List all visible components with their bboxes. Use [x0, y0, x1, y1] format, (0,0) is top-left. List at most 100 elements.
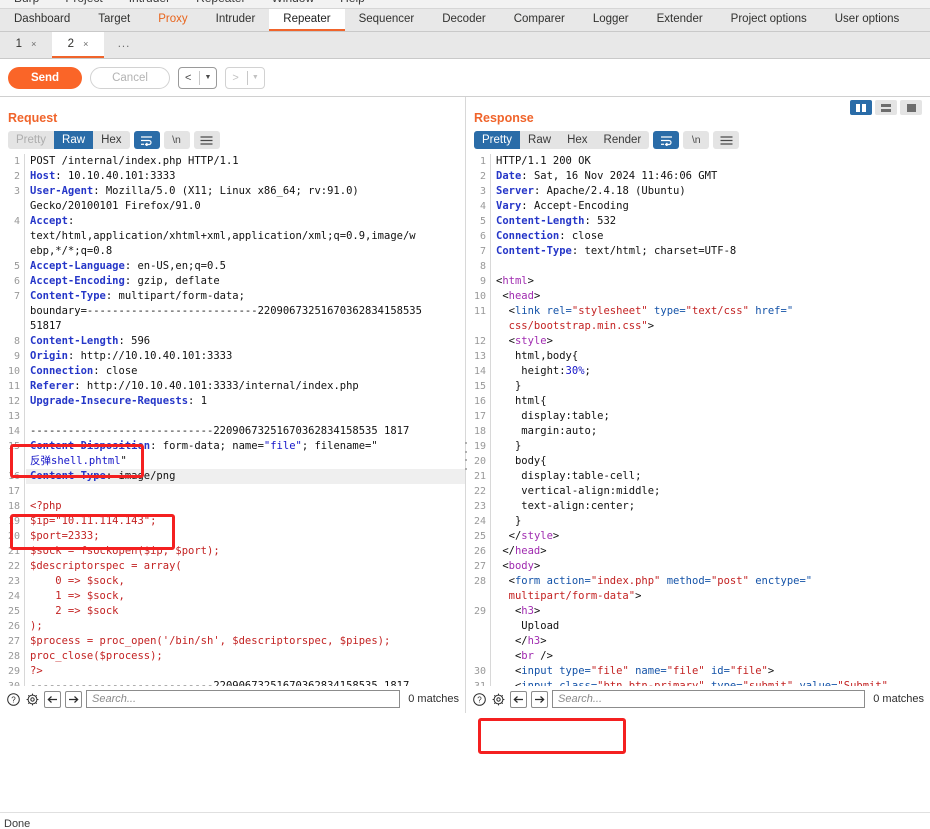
show-newlines-button[interactable]: \n [163, 131, 190, 149]
line-number: 19 [7, 516, 20, 527]
line-number: 29 [7, 666, 20, 677]
code-token: "index.php" [590, 575, 661, 587]
repeater-tab-more[interactable]: ... [104, 32, 144, 58]
line-number [466, 649, 490, 664]
request-response-panes: Request Pretty Raw Hex \n 1 2 3 4 5 6 7 8 9 10 11 1… [0, 97, 930, 713]
menu-item-window[interactable]: Window [271, 0, 314, 4]
layout-toggle-group [850, 100, 922, 115]
code-token: Content-Length [496, 215, 585, 227]
code-token: action= [546, 575, 591, 587]
nav-tab-target[interactable]: Target [84, 9, 144, 31]
request-view-pretty[interactable]: Pretty [8, 131, 54, 149]
line-number: 10 [473, 291, 486, 302]
nav-tab-user-options[interactable]: User options [821, 9, 914, 31]
code-line: Host: 10.10.40.101:3333 [26, 169, 465, 184]
code-token: : close [93, 365, 138, 377]
response-search-input[interactable]: Search... [552, 690, 866, 708]
search-prev-button[interactable] [44, 690, 61, 708]
wrap-lines-icon[interactable] [133, 131, 160, 149]
code-token: class= [559, 680, 598, 686]
request-view-hex[interactable]: Hex [93, 131, 129, 149]
nav-tab-dashboard[interactable]: Dashboard [0, 9, 84, 31]
menu-item-project[interactable]: Project [65, 0, 102, 4]
line-number: 17 [7, 486, 20, 497]
code-token: < [496, 560, 509, 572]
show-newlines-button[interactable]: \n [683, 131, 710, 149]
nav-tab-proxy[interactable]: Proxy [144, 9, 201, 31]
code-token: : Accept-Encoding [521, 200, 629, 212]
search-next-button[interactable] [65, 690, 82, 708]
repeater-tab-1[interactable]: 1 × [0, 32, 52, 58]
code-token: Content-Type [30, 470, 106, 482]
menu-item-intruder[interactable]: Intruder [129, 0, 170, 4]
status-bar: Done [0, 812, 930, 829]
menu-item-repeater[interactable]: Repeater [196, 0, 245, 4]
response-view-pretty[interactable]: Pretty [474, 131, 521, 149]
line-number: 13 [7, 411, 20, 422]
hamburger-icon[interactable] [713, 131, 740, 149]
close-icon[interactable]: × [83, 39, 88, 49]
nav-tab-decoder[interactable]: Decoder [428, 9, 499, 31]
question-mark-icon[interactable]: ? [6, 692, 21, 707]
code-token: Content-Type [30, 290, 106, 302]
code-line: <head> [492, 289, 930, 304]
code-line: 反弹shell.phtml" [26, 454, 465, 469]
gear-icon[interactable] [491, 692, 506, 707]
line-number: 21 [473, 471, 486, 482]
code-line: <input type="file" name="file" id="file"… [492, 664, 930, 679]
chevron-down-icon[interactable]: ▼ [204, 74, 214, 81]
request-code-view[interactable]: 1 2 3 4 5 6 7 8 9 10 11 12 13 14 15 16 17 18 19 20 21 22 23 24 2… [0, 154, 465, 686]
code-token: : multipart/form-data; [105, 290, 245, 302]
nav-tab-repeater[interactable]: Repeater [269, 9, 345, 31]
history-back-button[interactable]: < ▼ [178, 66, 218, 89]
response-code-view[interactable]: 1 2 3 4 5 6 7 8 9 10 11 12 13 14 15 16 17 18 19 20 21 22 23 24 2… [466, 154, 930, 686]
code-line: body{ [492, 454, 930, 469]
code-token: : 532 [584, 215, 617, 227]
line-number: 6 [13, 276, 20, 287]
nav-tab-sequencer[interactable]: Sequencer [345, 9, 429, 31]
layout-stacked-icon[interactable] [875, 100, 897, 115]
menu-item-help[interactable]: Help [340, 0, 365, 4]
nav-tab-project-options[interactable]: Project options [717, 9, 821, 31]
nav-tab-intruder[interactable]: Intruder [202, 9, 270, 31]
layout-single-icon[interactable] [900, 100, 922, 115]
response-view-hex[interactable]: Hex [559, 131, 595, 149]
line-number: 21 [7, 546, 20, 557]
request-view-raw[interactable]: Raw [54, 131, 94, 149]
code-token: POST /internal/index.php HTTP/1.1 [30, 155, 239, 167]
nav-tab-logger[interactable]: Logger [579, 9, 643, 31]
code-token: boundary=---------------------------2209… [30, 305, 422, 317]
code-line: <h3> [492, 604, 930, 619]
gear-icon[interactable] [25, 692, 40, 707]
nav-tab-comparer[interactable]: Comparer [500, 9, 579, 31]
code-token: Accept [30, 215, 68, 227]
line-number: 6 [479, 231, 486, 242]
response-view-raw[interactable]: Raw [520, 131, 559, 149]
question-mark-icon[interactable]: ? [472, 692, 487, 707]
hamburger-icon[interactable] [193, 131, 220, 149]
code-token: Upgrade-Insecure-Requests [30, 395, 189, 407]
code-token: < [496, 575, 515, 587]
response-view-render[interactable]: Render [596, 131, 650, 149]
menu-item-burp[interactable]: Burp [14, 0, 39, 4]
search-next-button[interactable] [531, 690, 548, 708]
nav-tab-extender[interactable]: Extender [643, 9, 717, 31]
search-prev-button[interactable] [510, 690, 527, 708]
layout-side-by-side-icon[interactable] [850, 100, 872, 115]
wrap-lines-icon[interactable] [653, 131, 680, 149]
cancel-button: Cancel [90, 66, 170, 89]
pane-divider-handle[interactable] [463, 442, 468, 470]
request-line-numbers: 1 2 3 4 5 6 7 8 9 10 11 12 13 14 15 16 17 18 19 20 21 22 23 24 2… [0, 154, 25, 686]
request-search-input[interactable]: Search... [86, 690, 401, 708]
code-token: -----------------------------22090673251… [30, 425, 410, 437]
close-icon[interactable]: × [31, 39, 36, 49]
code-line: } [492, 439, 930, 454]
repeater-tab-2[interactable]: 2 × [52, 32, 104, 58]
code-token: Accept-Language [30, 260, 125, 272]
line-number: 19 [473, 441, 486, 452]
line-number: 20 [473, 456, 486, 467]
line-number: 11 [7, 381, 20, 392]
code-token: 反弹shell.phtml [30, 455, 121, 467]
send-button[interactable]: Send [8, 66, 82, 89]
